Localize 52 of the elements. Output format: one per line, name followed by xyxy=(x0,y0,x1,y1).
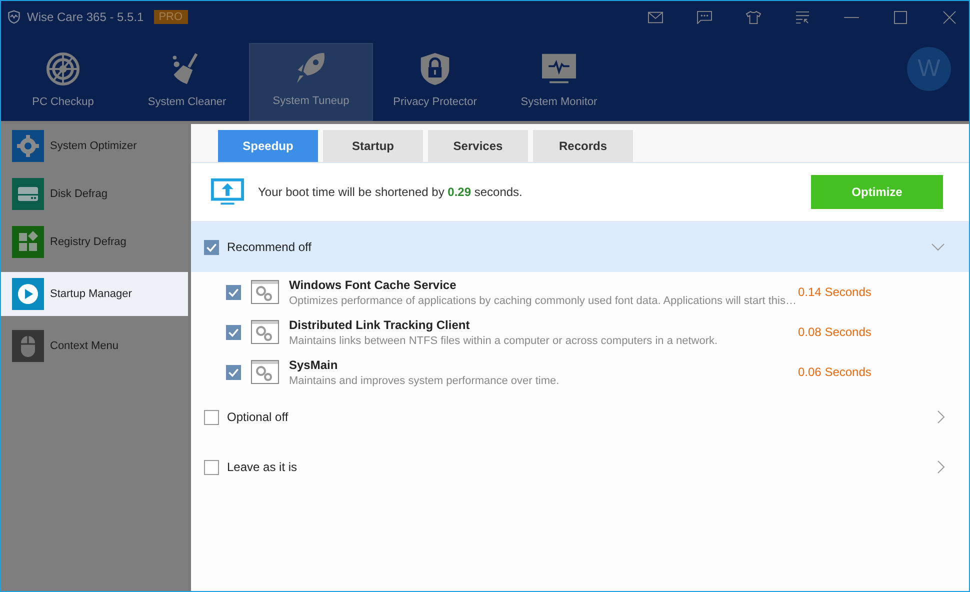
service-time: 0.06 Seconds xyxy=(798,365,872,379)
monitor-pulse-icon xyxy=(542,52,576,86)
service-gears-icon xyxy=(251,320,279,344)
shield-lock-icon xyxy=(418,52,452,86)
service-description: Maintains and improves system performance over time. xyxy=(289,374,560,386)
shield-logo-icon xyxy=(7,10,21,24)
checkbox[interactable] xyxy=(226,284,241,300)
service-name: SysMain xyxy=(289,358,339,372)
nav-tab[interactable]: PC Checkup xyxy=(1,43,125,121)
service-name: Windows Font Cache Service xyxy=(289,278,458,292)
service-description: Maintains links between NTFS files within a computer or across computers in a network. xyxy=(289,334,718,346)
tab[interactable]: Records xyxy=(533,130,633,162)
service-time: 0.08 Seconds xyxy=(798,325,872,339)
tab[interactable]: Startup xyxy=(323,130,423,162)
close-icon[interactable] xyxy=(942,10,957,24)
nav-tab[interactable]: Privacy Protector xyxy=(373,43,497,121)
checkbox[interactable] xyxy=(226,324,241,340)
checkbox[interactable] xyxy=(204,240,219,254)
radar-icon xyxy=(46,52,80,86)
sidebar-item[interactable]: Registry Defrag xyxy=(1,220,188,264)
sidebar-item[interactable]: Startup Manager xyxy=(1,272,188,316)
group-header[interactable]: Leave as it is xyxy=(191,442,969,492)
group-header[interactable]: Recommend off xyxy=(191,222,969,272)
sidebar-item[interactable]: System Optimizer xyxy=(1,124,188,168)
maximize-icon[interactable] xyxy=(893,10,908,24)
service-time: 0.14 Seconds xyxy=(798,285,872,299)
service-gears-icon xyxy=(251,360,279,384)
sidebar-item[interactable]: Disk Defrag xyxy=(1,172,188,216)
nav-tab[interactable]: System Monitor xyxy=(497,43,621,121)
nav-tab[interactable]: System Cleaner xyxy=(125,43,249,121)
group-header[interactable]: Optional off xyxy=(191,392,969,442)
service-gears-icon xyxy=(251,280,279,304)
sidebar-item[interactable]: Context Menu xyxy=(1,324,188,368)
pro-badge: PRO xyxy=(154,10,188,24)
checkbox[interactable] xyxy=(226,364,241,380)
menu-icon[interactable] xyxy=(795,10,810,24)
window-title: Wise Care 365 - 5.5.1 xyxy=(27,10,144,24)
chat-icon[interactable] xyxy=(697,10,712,24)
monitor-upload-icon xyxy=(211,178,244,206)
checkbox[interactable] xyxy=(204,410,219,424)
tab[interactable]: Services xyxy=(428,130,528,162)
chevron-right-icon xyxy=(937,460,945,474)
shirt-icon[interactable] xyxy=(746,10,761,24)
chevron-right-icon xyxy=(937,410,945,424)
chevron-down-icon xyxy=(931,243,945,251)
boot-time-message: Your boot time will be shortened by 0.29 seconds. xyxy=(258,185,522,199)
checkbox[interactable] xyxy=(204,460,219,474)
service-description: Optimizes performance of applications by caching commonly used font data. Applications will start this… xyxy=(289,294,796,306)
tab[interactable]: Speedup xyxy=(218,130,318,162)
mail-icon[interactable] xyxy=(648,10,663,24)
nav-tab[interactable]: System Tuneup xyxy=(249,43,373,121)
service-name: Distributed Link Tracking Client xyxy=(289,318,471,332)
